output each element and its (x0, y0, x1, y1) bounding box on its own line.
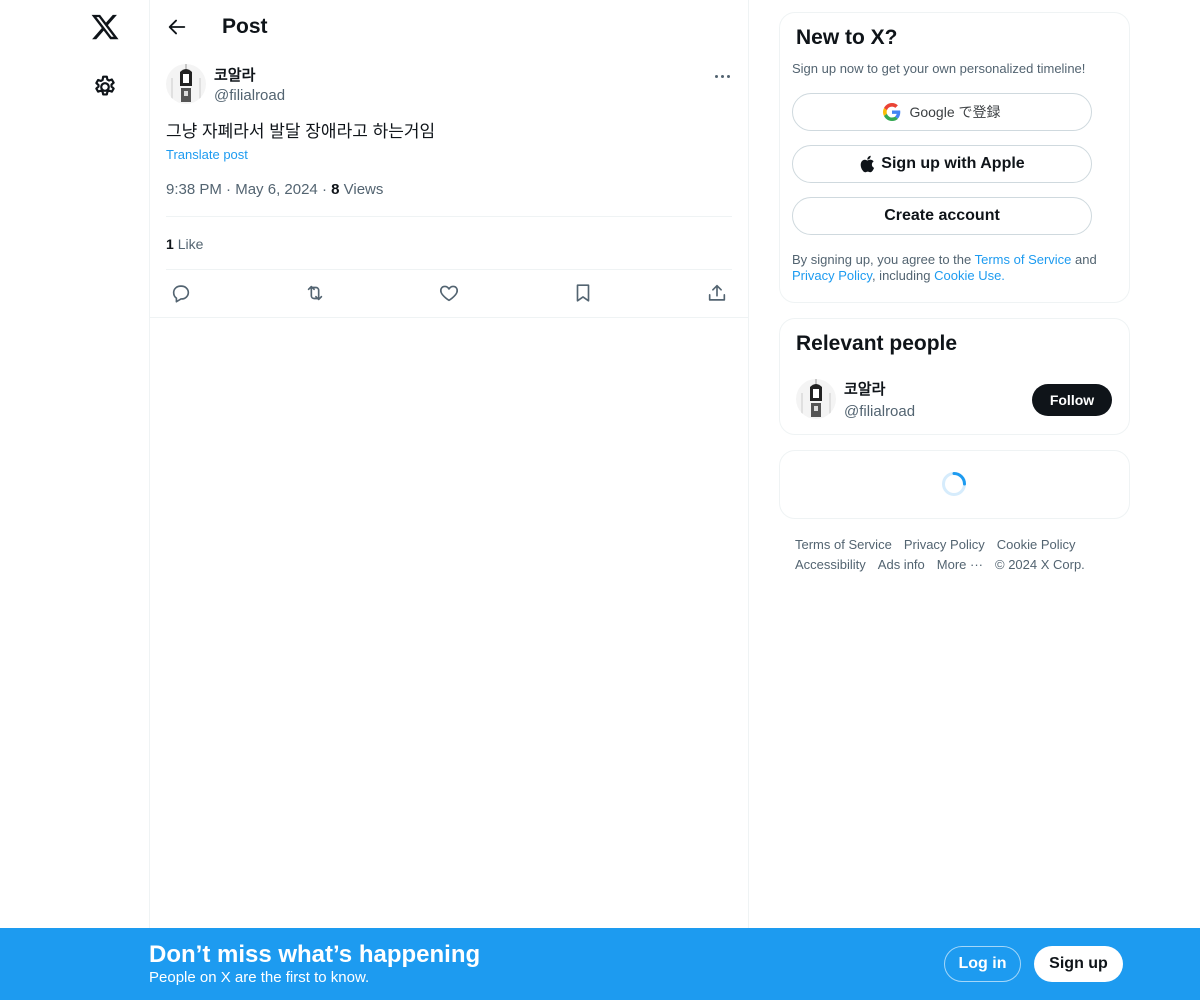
post-time[interactable]: 9:38 PM (166, 181, 222, 198)
footer-ads-link[interactable]: Ads info (878, 555, 925, 575)
avatar[interactable] (166, 64, 206, 104)
likes-summary[interactable]: 1 Like (166, 234, 203, 254)
privacy-link[interactable]: Privacy Policy (792, 268, 872, 283)
footer-more-link[interactable]: More ··· (937, 555, 983, 575)
footer-accessibility-link[interactable]: Accessibility (795, 555, 866, 575)
main-column-right-border (748, 0, 749, 930)
footer-privacy-link[interactable]: Privacy Policy (904, 535, 985, 555)
legal-including: , including (871, 268, 935, 283)
footer-links: Terms of Service Privacy Policy Cookie Pol… (795, 535, 1115, 575)
post-text: 그냥 자폐라서 발달 장애라고 하는거임 (166, 122, 436, 141)
bookmark-icon[interactable] (572, 282, 594, 304)
x-logo-icon[interactable] (90, 12, 120, 42)
translate-post-link[interactable]: Translate post (166, 146, 248, 164)
footer-copyright: © 2024 X Corp. (995, 557, 1085, 572)
relevant-person-name[interactable]: 코알라 (844, 380, 885, 400)
reply-icon[interactable] (170, 282, 192, 304)
more-dots-icon[interactable] (712, 66, 732, 86)
signup-card-title: New to X? (796, 26, 898, 49)
login-button[interactable]: Log in (944, 946, 1021, 982)
google-signup-label: Google で登録 (909, 104, 1001, 120)
avatar-image (796, 379, 836, 419)
post-date[interactable]: May 6, 2024 (235, 181, 318, 198)
banner-subtitle: People on X are the first to know. (149, 969, 370, 986)
spinner-icon (942, 472, 966, 496)
terms-link[interactable]: Terms of Service (975, 252, 1072, 267)
avatar[interactable] (796, 379, 836, 419)
apple-signup-label: Sign up with Apple (881, 155, 1025, 172)
post-meta: 9:38 PM · May 6, 2024 · 8 Views (166, 180, 383, 200)
signup-button[interactable]: Sign up (1034, 946, 1123, 982)
footer-cookie-link[interactable]: Cookie Policy (997, 535, 1076, 555)
apple-icon (860, 155, 875, 173)
arrow-left-icon[interactable] (166, 16, 188, 38)
avatar-image (166, 64, 206, 104)
page-title: Post (222, 15, 268, 38)
follow-button[interactable]: Follow (1032, 384, 1112, 416)
share-icon[interactable] (706, 282, 728, 304)
likes-label: Like (177, 236, 204, 252)
separator-dot: · (321, 181, 332, 198)
views-label: Views (343, 181, 384, 198)
apple-signup-button[interactable]: Sign up with Apple (792, 145, 1092, 183)
footer-terms-link[interactable]: Terms of Service (795, 535, 892, 555)
legal-prefix: By signing up, you agree to the (792, 252, 975, 267)
divider (150, 317, 748, 318)
banner-title: Don’t miss what’s happening (149, 941, 481, 968)
legal-and: and (1071, 252, 1097, 267)
repost-icon[interactable] (304, 282, 326, 304)
relevant-people-title: Relevant people (796, 332, 958, 355)
signup-card-subtitle: Sign up now to get your own personalized… (792, 61, 1086, 76)
separator-dot: · (226, 181, 236, 198)
main-column-left-border (149, 0, 150, 930)
heart-icon[interactable] (438, 282, 460, 304)
author-handle[interactable]: @filialroad (214, 86, 285, 106)
create-account-button[interactable]: Create account (792, 197, 1092, 235)
views-count: 8 (331, 181, 340, 198)
gear-icon[interactable] (92, 74, 118, 100)
google-icon (883, 103, 901, 121)
left-nav (0, 0, 149, 1000)
likes-count: 1 (166, 236, 174, 252)
relevant-person-handle[interactable]: @filialroad (844, 402, 915, 422)
divider (166, 269, 732, 270)
cookie-link[interactable]: Cookie Use. (934, 268, 1005, 283)
author-name[interactable]: 코알라 (214, 66, 255, 86)
signup-legal-text: By signing up, you agree to the Terms of… (792, 252, 1112, 284)
divider (166, 216, 732, 217)
google-signup-button[interactable]: Google で登録 (792, 93, 1092, 131)
